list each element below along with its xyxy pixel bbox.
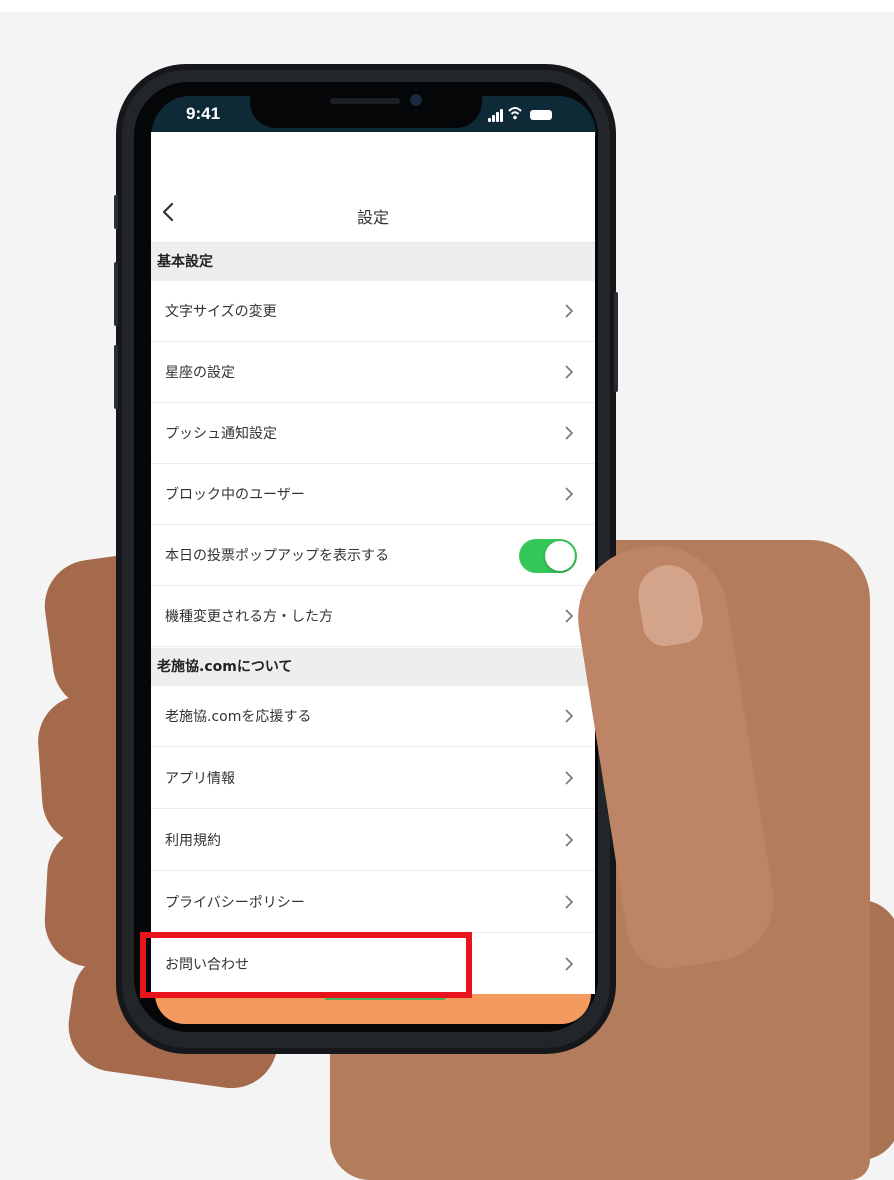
app-screen: 設定 基本設定 文字サイズの変更 星座の設定 プッシュ通知設定 ブロック中のユー…	[151, 132, 595, 994]
volume-up-button	[114, 262, 118, 326]
row-label: 本日の投票ポップアップを表示する	[165, 548, 389, 564]
section-header-basic: 基本設定	[151, 243, 595, 281]
status-time: 9:41	[186, 104, 221, 123]
settings-row-push-notification[interactable]: プッシュ通知設定	[151, 403, 595, 464]
chevron-right-icon	[565, 609, 574, 623]
settings-row-privacy[interactable]: プライバシーポリシー	[151, 872, 595, 933]
row-label: 機種変更される方・した方	[165, 609, 333, 625]
volume-down-button	[114, 345, 118, 409]
chevron-right-icon	[565, 487, 574, 501]
row-label: 文字サイズの変更	[165, 304, 277, 320]
speaker	[330, 98, 400, 104]
status-icons	[488, 104, 568, 124]
chevron-right-icon	[565, 771, 574, 785]
background	[0, 0, 894, 12]
settings-row-terms[interactable]: 利用規約	[151, 810, 595, 871]
vote-popup-toggle[interactable]	[519, 539, 577, 573]
row-label: 利用規約	[165, 833, 221, 849]
settings-row-font-size[interactable]: 文字サイズの変更	[151, 281, 595, 342]
section-header-about: 老施協.comについて	[151, 648, 595, 686]
nav-bar: 設定	[151, 184, 595, 243]
wifi-icon	[508, 107, 522, 120]
page-title: 設定	[356, 208, 389, 227]
settings-row-vote-popup: 本日の投票ポップアップを表示する	[151, 525, 595, 586]
row-label: プッシュ通知設定	[165, 426, 277, 442]
chevron-right-icon	[565, 833, 574, 847]
chevron-right-icon	[565, 895, 574, 909]
mute-switch	[114, 195, 118, 229]
settings-row-zodiac[interactable]: 星座の設定	[151, 342, 595, 403]
contact-highlight-box	[140, 932, 472, 998]
camera	[410, 94, 422, 106]
row-label: プライバシーポリシー	[165, 895, 305, 911]
notch	[250, 82, 482, 128]
settings-row-app-info[interactable]: アプリ情報	[151, 748, 595, 809]
row-label: 老施協.comを応援する	[165, 709, 312, 725]
chevron-right-icon	[565, 426, 574, 440]
row-label: ブロック中のユーザー	[165, 487, 305, 503]
row-label: 星座の設定	[165, 365, 235, 381]
settings-row-blocked-users[interactable]: ブロック中のユーザー	[151, 464, 595, 525]
settings-row-support[interactable]: 老施協.comを応援する	[151, 686, 595, 747]
chevron-right-icon	[565, 365, 574, 379]
row-label: アプリ情報	[165, 771, 235, 787]
power-button	[614, 292, 618, 392]
chevron-right-icon	[565, 304, 574, 318]
toggle-knob	[545, 541, 575, 571]
settings-row-device-change[interactable]: 機種変更される方・した方	[151, 586, 595, 647]
chevron-right-icon	[565, 957, 574, 971]
chevron-right-icon	[565, 709, 574, 723]
battery-icon	[530, 110, 552, 120]
